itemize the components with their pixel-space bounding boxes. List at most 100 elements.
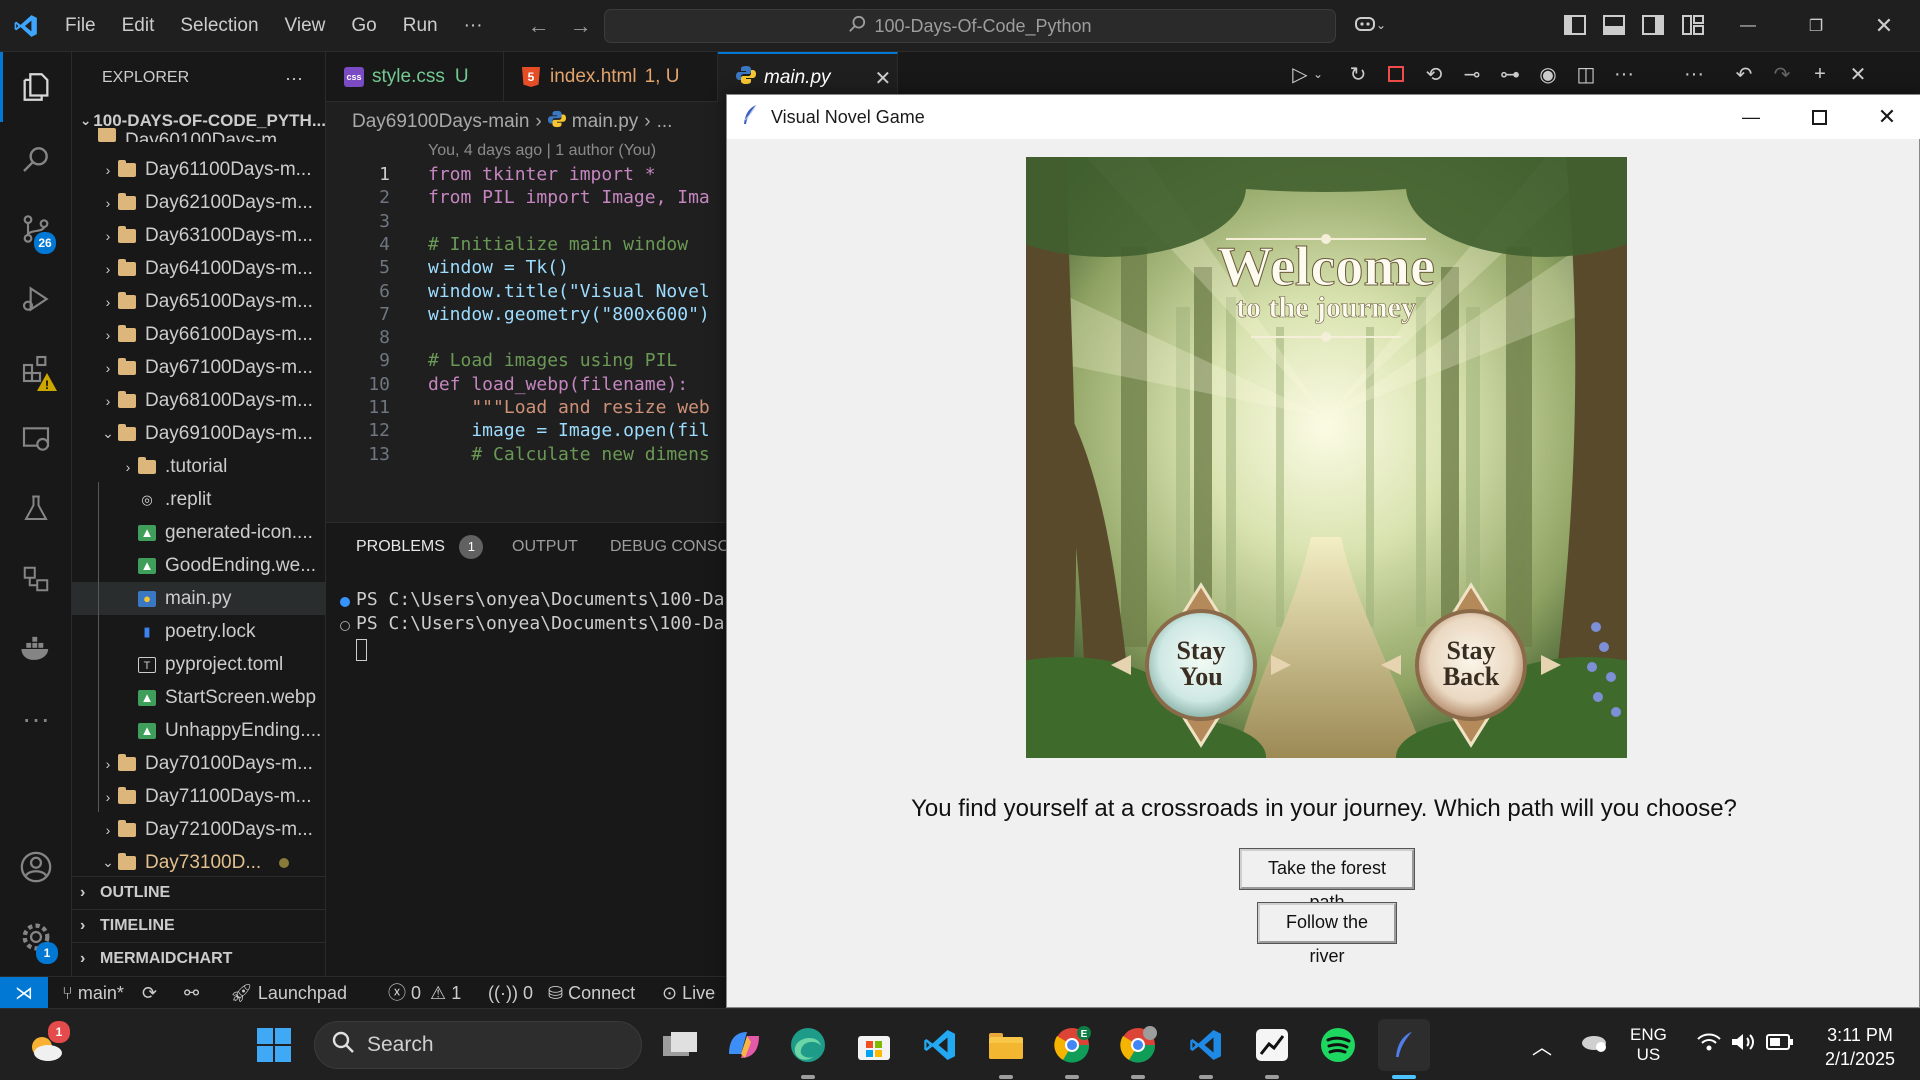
tab-style-css[interactable]: css style.css U	[326, 52, 504, 102]
volume-icon[interactable]	[1730, 1031, 1756, 1058]
menu-go[interactable]: Go	[338, 0, 389, 52]
tab-output[interactable]: OUTPUT	[512, 523, 578, 571]
git-revert-icon[interactable]: ⟲	[1416, 58, 1452, 90]
tree-item[interactable]: › Day63100Days-m...	[72, 219, 325, 252]
search-icon[interactable]	[0, 124, 72, 194]
taskbar-search[interactable]: Search	[314, 1021, 642, 1069]
menu-view[interactable]: View	[272, 0, 339, 52]
undo-icon[interactable]: ↶	[1726, 58, 1762, 90]
command-center-search[interactable]: 100-Days-Of-Code_Python	[604, 9, 1336, 43]
timeline-section[interactable]: › TIMELINE	[72, 909, 325, 942]
microsoft-store-icon[interactable]	[848, 1019, 900, 1071]
redo-icon[interactable]: ↷	[1764, 58, 1800, 90]
containers-icon[interactable]	[0, 544, 72, 614]
sync-icon[interactable]: ⟳	[142, 977, 157, 1009]
tree-item[interactable]: › Day71100Days-m...	[72, 780, 325, 813]
tree-item[interactable]: › Day65100Days-m...	[72, 285, 325, 318]
tree-item[interactable]: › Day72100Days-m...	[72, 813, 325, 846]
weather-widget-icon[interactable]: 1	[20, 1019, 72, 1071]
clock[interactable]: 3:11 PM 2/1/2025	[1808, 1023, 1912, 1071]
tree-item[interactable]: › .tutorial	[72, 450, 325, 483]
windows-start-icon[interactable]	[248, 1019, 300, 1071]
remote-explorer-icon[interactable]	[0, 404, 72, 474]
chrome-profile-icon[interactable]	[1112, 1019, 1164, 1079]
show-hidden-icons-chevron-icon[interactable]: ︿	[1532, 1031, 1552, 1060]
battery-icon[interactable]	[1766, 1033, 1794, 1056]
tree-item[interactable]: ● main.py	[72, 582, 325, 615]
wifi-icon[interactable]	[1696, 1031, 1722, 1058]
edge-dev-icon[interactable]	[782, 1019, 834, 1079]
breadcrumb-file[interactable]: main.py	[572, 111, 639, 133]
task-view-icon[interactable]	[654, 1019, 706, 1071]
file-explorer-icon[interactable]	[980, 1019, 1032, 1079]
outline-section[interactable]: › OUTLINE	[72, 876, 325, 909]
mermaidchart-section[interactable]: › MERMAIDCHART	[72, 942, 325, 975]
onedrive-status-icon[interactable]	[1580, 1029, 1608, 1058]
forest-path-button[interactable]: Take the forest path	[1239, 848, 1415, 912]
launchpad-button[interactable]: 🚀︎ Launchpad	[230, 977, 347, 1009]
git-commit-icon[interactable]: ⊸	[1454, 58, 1490, 90]
tab-problems[interactable]: PROBLEMS 1	[356, 523, 484, 571]
vscode-restore-button[interactable]: ❐	[1782, 0, 1850, 52]
accounts-icon[interactable]	[0, 832, 72, 902]
problems-status[interactable]: ⓧ 0 ⚠ 1	[388, 977, 461, 1009]
toggle-secondary-sidebar-icon[interactable]	[1642, 15, 1664, 40]
explorer-more-button[interactable]: ···	[285, 68, 303, 89]
terminal-cursor[interactable]	[356, 639, 367, 661]
tree-item[interactable]: ⌄ Day69100Days-m...	[72, 417, 325, 450]
copilot-icon[interactable]: ⌄	[1354, 13, 1396, 39]
spotify-icon[interactable]	[1312, 1019, 1364, 1071]
explorer-icon[interactable]	[0, 52, 72, 122]
tree-item[interactable]: ▲ StartScreen.webp	[72, 681, 325, 714]
split-editor-icon[interactable]: ◫	[1568, 58, 1604, 90]
menu-run[interactable]: Run	[390, 0, 451, 52]
history-icon[interactable]: ↻	[1340, 58, 1376, 90]
tab-debug-console[interactable]: DEBUG CONSOLE	[610, 523, 726, 571]
tree-item[interactable]: ▲ UnhappyEnding....	[72, 714, 325, 747]
stock-app-icon[interactable]	[1246, 1019, 1298, 1079]
connect-button[interactable]: ⛁ Connect	[548, 977, 635, 1009]
app-titlebar[interactable]: Visual Novel Game — ✕	[727, 95, 1920, 139]
app-minimize-button[interactable]: —	[1717, 95, 1785, 139]
git-graph-status-icon[interactable]: ⚯	[184, 977, 199, 1009]
close-panel-icon[interactable]: ✕	[1840, 58, 1876, 90]
copilot-app-icon[interactable]	[718, 1019, 770, 1071]
run-dropdown-icon[interactable]: ⌄	[1308, 58, 1328, 90]
python-tk-app-icon[interactable]	[1378, 1019, 1430, 1079]
tree-item[interactable]: › Day68100Days-m...	[72, 384, 325, 417]
code-editor[interactable]: You, 4 days ago | 1 author (You) 1 from t…	[326, 142, 726, 522]
stop-icon[interactable]	[1378, 58, 1414, 90]
vscode-close-button[interactable]: ✕	[1850, 0, 1918, 52]
toggle-primary-sidebar-icon[interactable]	[1564, 15, 1586, 40]
tree-item[interactable]: ⌄ Day73100D...	[72, 846, 325, 879]
follow-river-button[interactable]: Follow the river	[1257, 902, 1397, 966]
tree-item[interactable]: › Day70100Days-m...	[72, 747, 325, 780]
vscode-minimize-button[interactable]: —	[1714, 0, 1782, 52]
branch-indicator[interactable]: ⑂ main*	[62, 977, 124, 1009]
run-and-debug-icon[interactable]	[0, 264, 72, 334]
back-arrow-icon[interactable]: ←	[518, 13, 560, 39]
language-indicator[interactable]: ENG US	[1630, 1025, 1667, 1065]
testing-icon[interactable]	[0, 474, 72, 544]
tree-item-partial[interactable]: Day60100Days-m...	[72, 128, 325, 142]
vscode-taskbar-icon[interactable]	[914, 1019, 966, 1071]
ports-status[interactable]: ((·)) 0	[488, 977, 533, 1009]
menu-selection[interactable]: Selection	[167, 0, 271, 52]
tree-item[interactable]: › Day67100Days-m...	[72, 351, 325, 384]
live-server-button[interactable]: ⊙ Live	[662, 977, 726, 1009]
breadcrumb-folder[interactable]: Day69100Days-main	[352, 111, 529, 133]
breadcrumb-more[interactable]: ...	[657, 111, 673, 133]
tree-item[interactable]: ◎ .replit	[72, 483, 325, 516]
source-control-icon[interactable]: 26	[0, 194, 72, 264]
vscode-insiders-icon[interactable]	[1180, 1019, 1232, 1079]
chrome-profile-e-icon[interactable]: E	[1046, 1019, 1098, 1079]
toggle-panel-icon[interactable]	[1603, 15, 1625, 40]
customize-layout-icon[interactable]	[1682, 15, 1704, 40]
extensions-icon[interactable]: !	[0, 334, 72, 404]
app-maximize-button[interactable]	[1785, 95, 1853, 139]
menu-more[interactable]: ···	[451, 0, 496, 52]
remote-indicator-icon[interactable]: ⋊	[0, 977, 48, 1009]
more-views-icon[interactable]: ···	[0, 684, 72, 754]
tab-index-html[interactable]: 5 index.html 1, U	[504, 52, 718, 102]
tree-item[interactable]: Tpyproject.toml	[72, 648, 325, 681]
